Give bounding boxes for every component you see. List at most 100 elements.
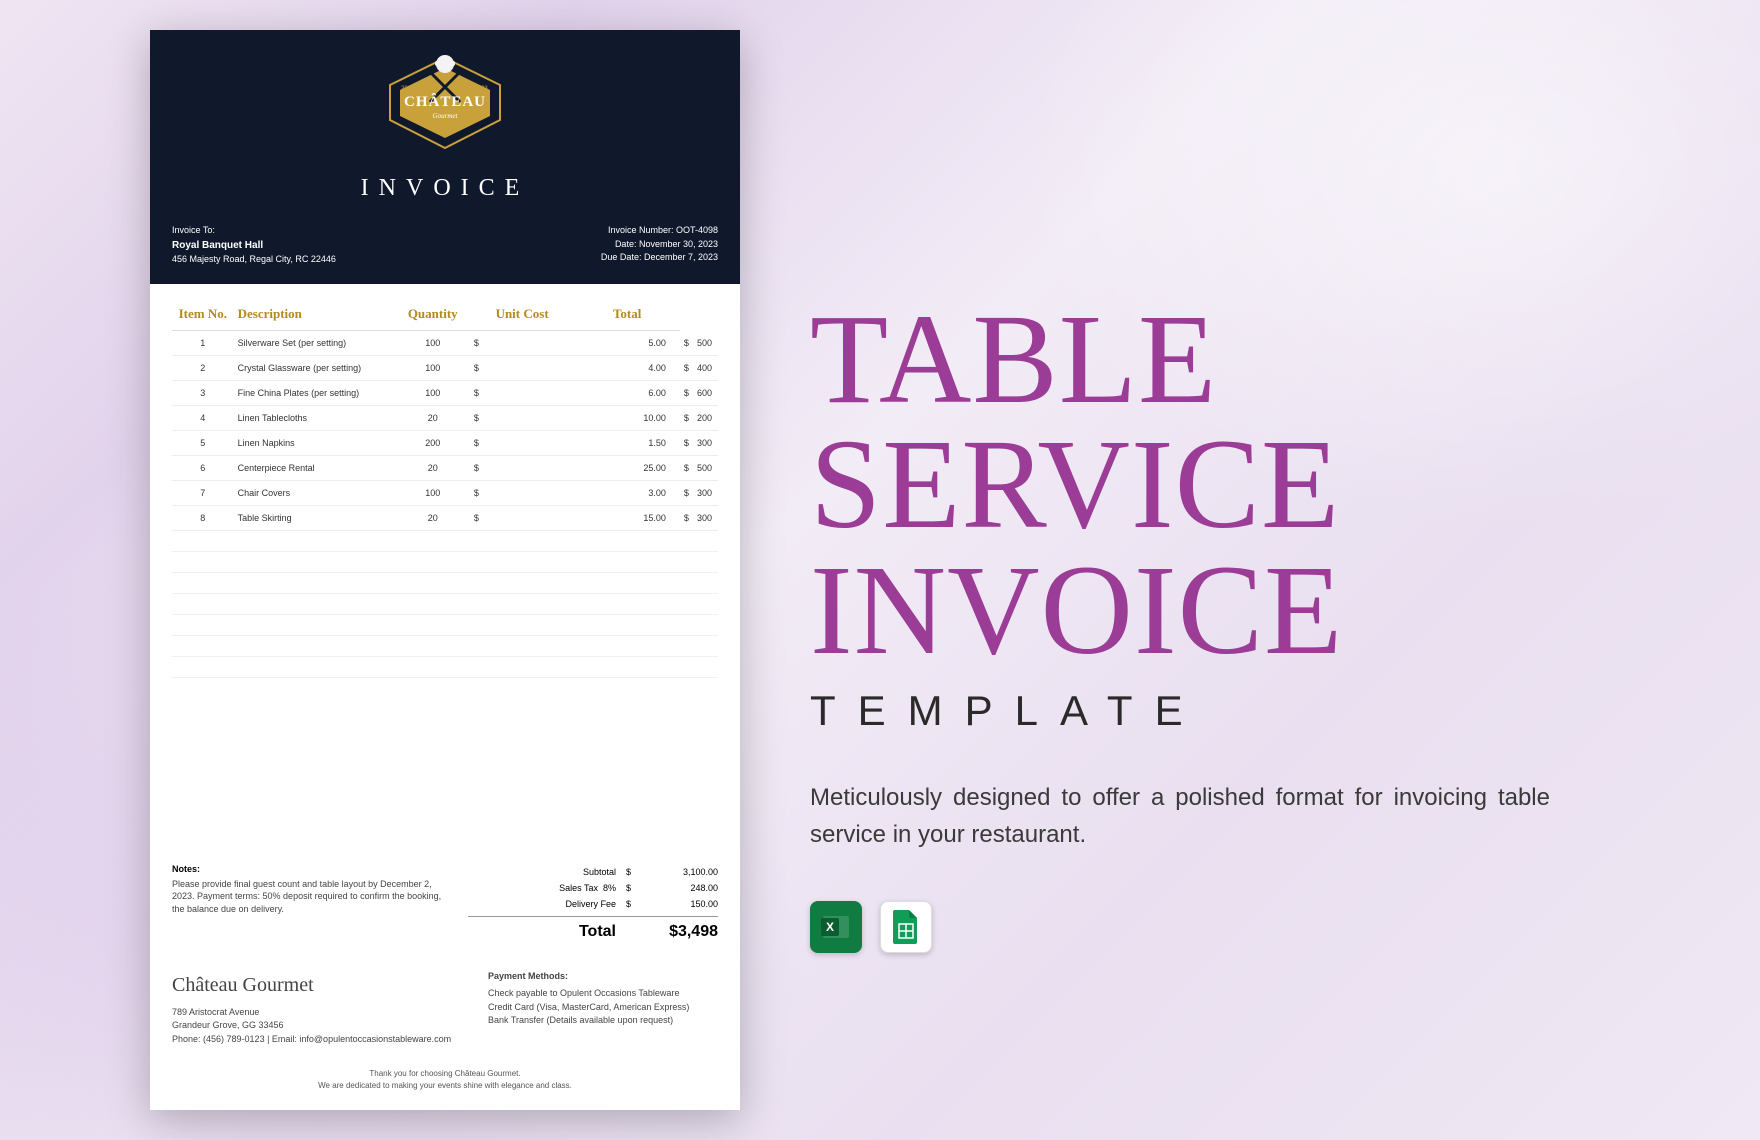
- cell-total: 200: [693, 406, 718, 431]
- cell-quantity: 20: [396, 406, 470, 431]
- company-info: Château Gourmet 789 Aristocrat Avenue Gr…: [172, 970, 458, 1047]
- cell-total: 300: [693, 481, 718, 506]
- cell-item-no: 5: [172, 431, 234, 456]
- svg-text:CHÂTEAU: CHÂTEAU: [404, 93, 486, 110]
- cell-unit-cost: 5.00: [574, 331, 680, 356]
- cell-total: 600: [693, 381, 718, 406]
- cell-item-no: 3: [172, 381, 234, 406]
- subtotal-value: 3,100.00: [638, 867, 718, 877]
- promo-title: Table Service Invoice: [810, 297, 1670, 673]
- invoice-date: Date: November 30, 2023: [601, 238, 718, 252]
- brand-logo: CHÂTEAU Gourmet 20 23: [375, 50, 515, 160]
- cell-quantity: 100: [396, 331, 470, 356]
- col-item-no: Item No.: [172, 298, 234, 331]
- cell-unit-cost: 10.00: [574, 406, 680, 431]
- company-contact: Phone: (456) 789-0123 | Email: info@opul…: [172, 1033, 458, 1047]
- svg-text:X: X: [826, 920, 834, 934]
- col-description: Description: [234, 298, 396, 331]
- totals-block: Subtotal $ 3,100.00 Sales Tax 8% $ 248.0…: [468, 864, 718, 944]
- cell-unit-cost: 1.50: [574, 431, 680, 456]
- notes-heading: Notes:: [172, 864, 448, 874]
- empty-rows: [172, 531, 718, 678]
- cell-unit-cost: 15.00: [574, 506, 680, 531]
- svg-text:20: 20: [401, 86, 408, 92]
- cell-item-no: 6: [172, 456, 234, 481]
- invoice-header: CHÂTEAU Gourmet 20 23 INVOICE Invoice To…: [150, 30, 740, 284]
- cell-item-no: 1: [172, 331, 234, 356]
- cell-description: Linen Tablecloths: [234, 406, 396, 431]
- payment-heading: Payment Methods:: [488, 970, 718, 984]
- promo-subtitle: TEMPLATE: [810, 687, 1670, 735]
- cell-total: 400: [693, 356, 718, 381]
- line-items-table: Item No. Description Quantity Unit Cost …: [172, 298, 718, 531]
- invoice-number: Invoice Number: OOT-4098: [601, 224, 718, 238]
- cell-quantity: 100: [396, 481, 470, 506]
- cell-description: Chair Covers: [234, 481, 396, 506]
- grand-total-label: Total: [468, 923, 626, 941]
- excel-icon: X: [810, 901, 862, 953]
- company-name: Château Gourmet: [172, 970, 458, 1000]
- thank-you-footer: Thank you for choosing Château Gourmet. …: [150, 1056, 740, 1110]
- cell-description: Crystal Glassware (per setting): [234, 356, 396, 381]
- invoice-to-address: 456 Majesty Road, Regal City, RC 22446: [172, 253, 336, 267]
- invoice-to-name: Royal Banquet Hall: [172, 238, 336, 253]
- cell-unit-cost: 3.00: [574, 481, 680, 506]
- cell-description: Linen Napkins: [234, 431, 396, 456]
- payment-line-1: Check payable to Opulent Occasions Table…: [488, 987, 718, 1001]
- payment-line-2: Credit Card (Visa, MasterCard, American …: [488, 1001, 718, 1015]
- cell-quantity: 200: [396, 431, 470, 456]
- google-sheets-icon: [880, 901, 932, 953]
- payment-methods: Payment Methods: Check payable to Opulen…: [488, 970, 718, 1047]
- bill-to-block: Invoice To: Royal Banquet Hall 456 Majes…: [172, 224, 336, 266]
- grand-total-value: $3,498: [638, 923, 718, 941]
- table-row: 6Centerpiece Rental20$25.00$500: [172, 456, 718, 481]
- cell-quantity: 100: [396, 356, 470, 381]
- cell-unit-cost: 25.00: [574, 456, 680, 481]
- cell-total: 300: [693, 431, 718, 456]
- document-title: INVOICE: [172, 175, 718, 202]
- cell-description: Fine China Plates (per setting): [234, 381, 396, 406]
- col-quantity: Quantity: [396, 298, 470, 331]
- company-address-1: 789 Aristocrat Avenue: [172, 1006, 458, 1020]
- svg-text:23: 23: [481, 86, 488, 92]
- promo-description: Meticulously designed to offer a polishe…: [810, 779, 1550, 853]
- cell-unit-cost: 6.00: [574, 381, 680, 406]
- tax-pct: 8%: [603, 883, 616, 893]
- cell-quantity: 100: [396, 381, 470, 406]
- invoice-to-label: Invoice To:: [172, 224, 336, 238]
- cell-unit-cost: 4.00: [574, 356, 680, 381]
- invoice-document: CHÂTEAU Gourmet 20 23 INVOICE Invoice To…: [150, 30, 740, 1110]
- payment-line-3: Bank Transfer (Details available upon re…: [488, 1014, 718, 1028]
- promo-panel: Table Service Invoice TEMPLATE Meticulou…: [810, 187, 1670, 954]
- cell-description: Centerpiece Rental: [234, 456, 396, 481]
- table-row: 8Table Skirting20$15.00$300: [172, 506, 718, 531]
- table-row: 3Fine China Plates (per setting)100$6.00…: [172, 381, 718, 406]
- col-unit-cost: Unit Cost: [470, 298, 575, 331]
- cell-total: 500: [693, 331, 718, 356]
- invoice-due-date: Due Date: December 7, 2023: [601, 251, 718, 265]
- svg-text:Gourmet: Gourmet: [433, 112, 459, 120]
- cell-item-no: 7: [172, 481, 234, 506]
- table-row: 4Linen Tablecloths20$10.00$200: [172, 406, 718, 431]
- line-items-section: Item No. Description Quantity Unit Cost …: [150, 284, 740, 852]
- table-row: 2Crystal Glassware (per setting)100$4.00…: [172, 356, 718, 381]
- table-row: 1Silverware Set (per setting)100$5.00$50…: [172, 331, 718, 356]
- subtotal-label: Subtotal: [468, 867, 626, 877]
- format-icons: X: [810, 901, 1670, 953]
- cell-item-no: 8: [172, 506, 234, 531]
- cell-item-no: 4: [172, 406, 234, 431]
- notes-body: Please provide final guest count and tab…: [172, 878, 448, 916]
- cell-quantity: 20: [396, 506, 470, 531]
- table-row: 7Chair Covers100$3.00$300: [172, 481, 718, 506]
- tax-label: Sales Tax: [559, 883, 598, 893]
- col-total: Total: [574, 298, 680, 331]
- cell-description: Table Skirting: [234, 506, 396, 531]
- tax-value: 248.00: [638, 883, 718, 893]
- cell-item-no: 2: [172, 356, 234, 381]
- cell-quantity: 20: [396, 456, 470, 481]
- delivery-label: Delivery Fee: [468, 899, 626, 909]
- notes-block: Notes: Please provide final guest count …: [172, 864, 448, 944]
- cell-total: 500: [693, 456, 718, 481]
- company-address-2: Grandeur Grove, GG 33456: [172, 1019, 458, 1033]
- delivery-value: 150.00: [638, 899, 718, 909]
